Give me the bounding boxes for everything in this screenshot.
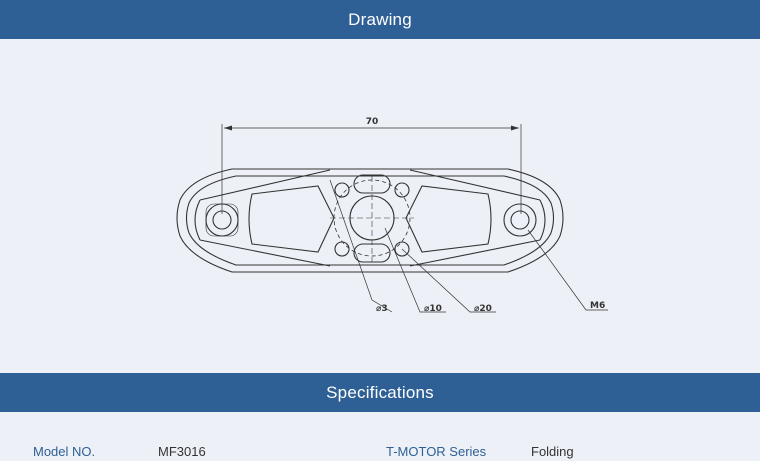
dimension-hole-10: ⌀10 bbox=[424, 304, 442, 314]
specifications-header-title: Specifications bbox=[326, 382, 434, 402]
leader-d10 bbox=[384, 227, 446, 313]
dimension-hole-20: ⌀20 bbox=[474, 304, 492, 314]
inner-contour bbox=[185, 175, 555, 266]
left-arm bbox=[194, 169, 331, 267]
specifications-header: Specifications bbox=[0, 373, 760, 412]
leader-d3 bbox=[329, 179, 393, 313]
drawing-header: Drawing bbox=[0, 0, 760, 39]
specifications-table: Model NO. MF3016 T-MOTOR Series Folding bbox=[0, 412, 760, 461]
spec-label-model: Model NO. bbox=[33, 444, 96, 459]
outer-contour bbox=[176, 168, 564, 273]
spec-value-model: MF3016 bbox=[158, 444, 206, 459]
spec-value-series: Folding bbox=[531, 444, 574, 459]
spec-label-series: T-MOTOR Series bbox=[386, 444, 487, 459]
dimension-hole-3: ⌀3 bbox=[376, 304, 388, 314]
technical-drawing: 70 ⌀3 ⌀10 ⌀20 M6 bbox=[0, 39, 760, 373]
left-pocket bbox=[248, 185, 335, 253]
right-end-hole-outer bbox=[503, 203, 537, 237]
right-end-hole-inner bbox=[510, 210, 530, 230]
drawing-header-title: Drawing bbox=[348, 9, 412, 29]
prop-adapter-drawing: 70 ⌀3 ⌀10 ⌀20 M6 bbox=[176, 117, 608, 314]
small-hole-bl bbox=[334, 241, 350, 257]
small-hole-tl bbox=[334, 182, 350, 198]
right-pocket bbox=[405, 185, 492, 253]
leader-m6 bbox=[527, 229, 608, 311]
right-arm bbox=[409, 169, 546, 267]
dimension-thread-m6: M6 bbox=[590, 301, 605, 311]
center-lines bbox=[330, 176, 414, 262]
dimension-length: 70 bbox=[366, 117, 379, 127]
